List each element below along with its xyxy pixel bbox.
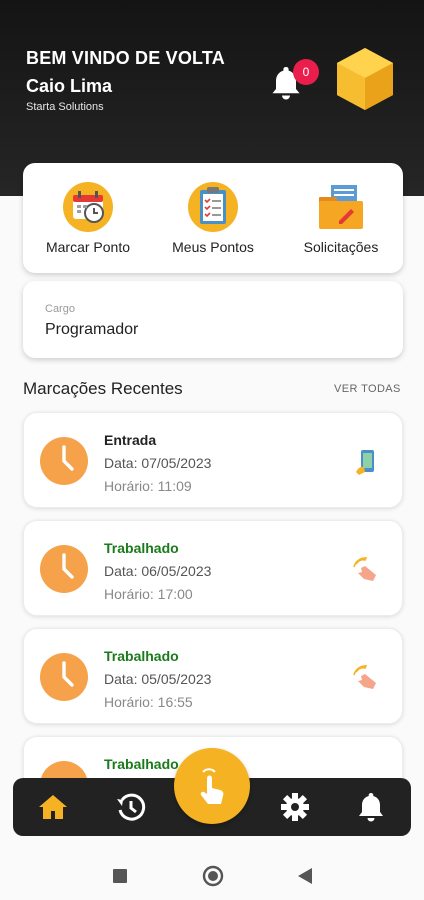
cargo-card: Cargo Programador [23,281,403,358]
greeting-title: BEM VINDO DE VOLTA [26,48,225,68]
clipboard-checklist-icon [187,181,239,233]
user-name: Caio Lima [26,76,113,96]
home-circle-icon[interactable] [202,865,224,892]
history-icon[interactable] [114,790,148,824]
company-name: Starta Solutions [26,101,104,113]
action-label: Solicitações [303,239,379,255]
home-icon[interactable] [36,790,70,824]
notifications-icon[interactable] [354,790,388,824]
punch-fab-button[interactable] [174,748,250,824]
recent-section-title: Marcações Recentes [23,379,183,398]
record-date: Data: 06/05/2023 [104,563,212,579]
action-marcar-ponto[interactable]: Marcar Ponto [28,181,148,255]
quick-actions-card: Marcar Ponto Meus Pontos Solicitações [23,163,403,273]
record-date: Data: 07/05/2023 [104,455,212,471]
cargo-label: Cargo [45,303,75,315]
record-type: Trabalhado [104,648,179,664]
recents-square-icon[interactable] [112,868,128,889]
record-time: Horário: 17:00 [104,586,193,602]
company-logo [334,46,396,112]
notification-badge: 0 [293,59,319,85]
record-type: Entrada [104,432,157,448]
record-type: Trabalhado [104,756,179,772]
folder-document-icon [315,181,367,233]
recent-record[interactable]: Entrada Data: 07/05/2023 Horário: 11:09 [23,412,403,508]
action-solicitacoes[interactable]: Solicitações [281,181,401,255]
action-meus-pontos[interactable]: Meus Pontos [153,181,273,255]
back-triangle-icon[interactable] [297,867,313,890]
settings-icon[interactable] [278,790,312,824]
action-label: Meus Pontos [172,239,254,255]
cargo-value: Programador [45,321,139,338]
record-time: Horário: 11:09 [104,478,192,494]
recent-record[interactable]: Trabalhado Data: 06/05/2023 Horário: 17:… [23,520,403,616]
action-label: Marcar Ponto [45,239,131,255]
clock-icon [39,652,89,702]
record-type: Trabalhado [104,540,179,556]
hand-tap-icon [200,768,224,804]
clock-icon [39,544,89,594]
clock-icon [39,436,89,486]
phone-tap-icon [352,448,380,476]
hand-tap-icon [352,664,380,692]
record-date: Data: 05/05/2023 [104,671,212,687]
see-all-link[interactable]: VER TODAS [334,383,401,395]
calendar-clock-icon [62,181,114,233]
record-time: Horário: 16:55 [104,694,193,710]
hand-tap-icon [352,556,380,584]
recent-record[interactable]: Trabalhado Data: 05/05/2023 Horário: 16:… [23,628,403,724]
